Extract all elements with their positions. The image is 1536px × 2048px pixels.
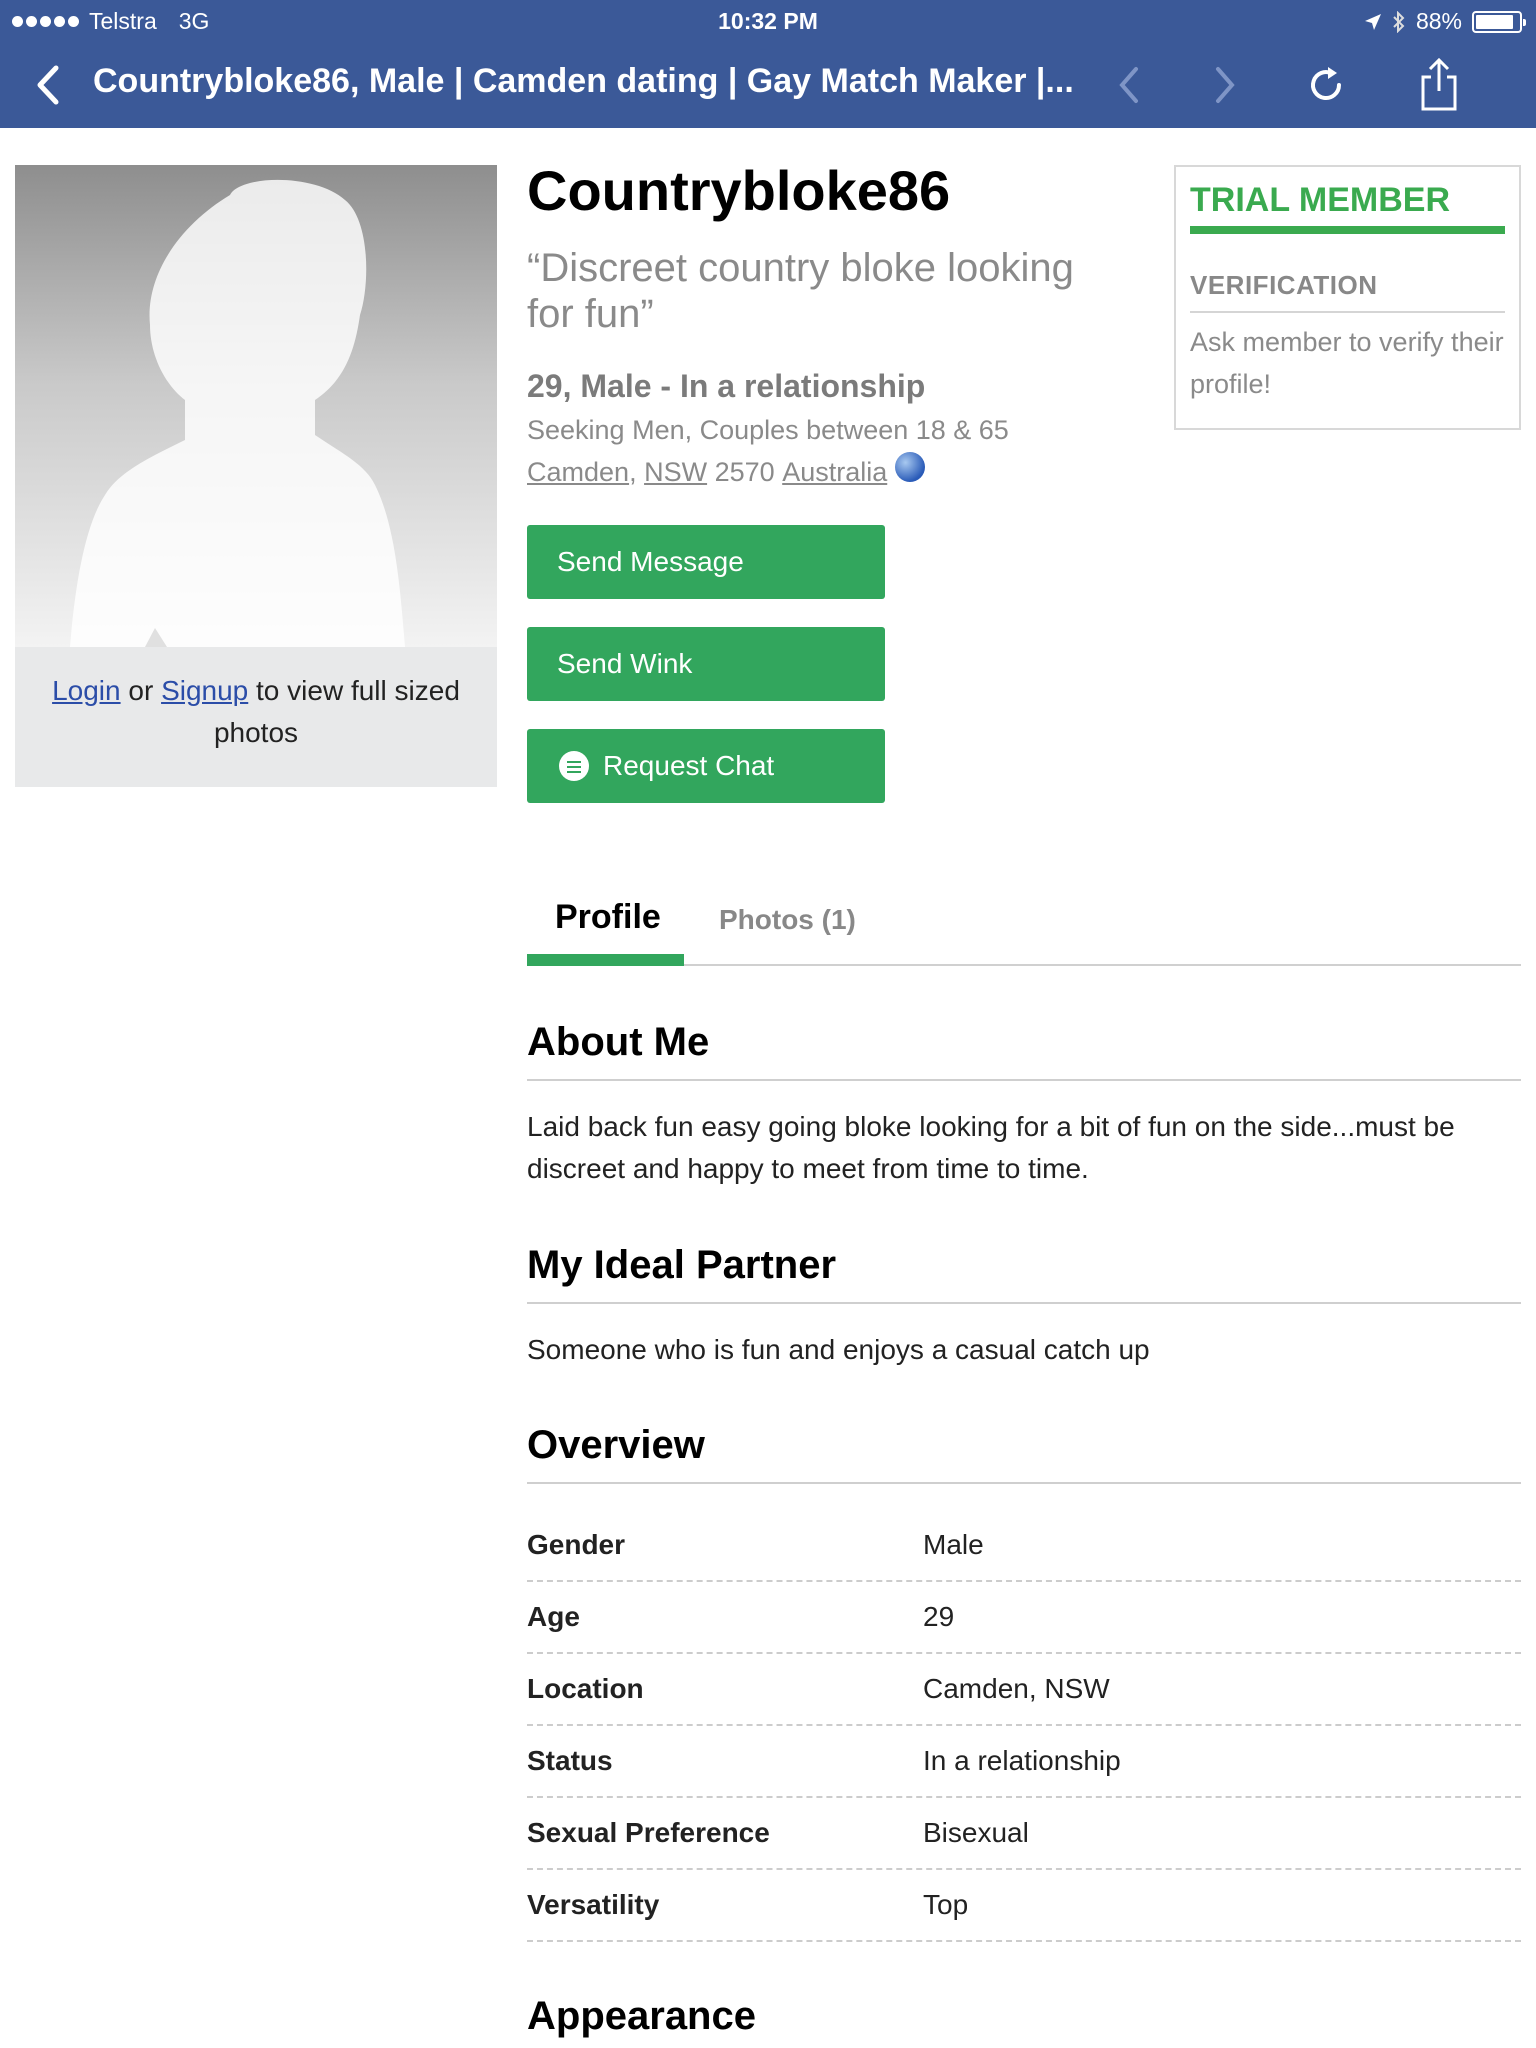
page-title: Countrybloke86, Male | Camden dating | G…	[93, 62, 1074, 100]
table-row: Age 29	[527, 1582, 1521, 1654]
send-wink-label: Send Wink	[557, 648, 693, 679]
verification-divider	[1190, 311, 1505, 313]
send-message-label: Send Message	[557, 546, 744, 577]
appearance-heading: Appearance	[527, 1994, 756, 2038]
location-arrow-icon	[1364, 13, 1381, 30]
trial-member-bar	[1190, 226, 1505, 234]
overview-value: 29	[923, 1601, 955, 1632]
overview-table: Gender Male Age 29 Location Camden, NSW …	[527, 1510, 1521, 1942]
ideal-partner-text: Someone who is fun and enjoys a casual c…	[527, 1334, 1150, 1365]
table-row: Status In a relationship	[527, 1726, 1521, 1798]
verification-label: VERIFICATION	[1190, 270, 1378, 300]
tab-profile[interactable]: Profile	[555, 898, 661, 937]
request-chat-label: Request Chat	[603, 750, 775, 781]
browser-top-bar: Telstra 3G 10:32 PM 88% Countrybloke86, …	[0, 0, 1536, 128]
send-wink-button[interactable]: Send Wink	[527, 627, 885, 701]
share-icon	[1421, 57, 1457, 111]
overview-label: Status	[527, 1745, 613, 1776]
battery-percent: 88%	[1415, 8, 1462, 34]
browser-nav-row: Countrybloke86, Male | Camden dating | G…	[0, 42, 1536, 128]
login-link[interactable]: Login	[52, 675, 121, 706]
battery-icon	[1472, 10, 1526, 33]
location-country-link[interactable]: Australia	[782, 457, 887, 488]
globe-icon	[895, 451, 926, 482]
profile-tagline: “Discreet country bloke looking for fun”	[527, 246, 1074, 336]
about-me-text: Laid back fun easy going bloke looking f…	[527, 1111, 1455, 1184]
overview-value: Top	[923, 1889, 969, 1920]
trial-member-title: TRIAL MEMBER	[1190, 181, 1451, 219]
location-postcode-space	[707, 457, 715, 488]
location-state-link[interactable]: NSW	[644, 457, 707, 488]
overview-label: Versatility	[527, 1889, 660, 1920]
location-comma: ,	[629, 457, 645, 487]
reload-button[interactable]	[1297, 56, 1355, 114]
table-row: Gender Male	[527, 1510, 1521, 1582]
table-row: Location Camden, NSW	[527, 1654, 1521, 1726]
silhouette-placeholder-icon	[70, 179, 405, 647]
trial-member-box: TRIAL MEMBER VERIFICATION Ask member to …	[1174, 165, 1521, 430]
overview-label: Age	[527, 1601, 580, 1632]
or-text: or	[128, 675, 154, 706]
prev-arrow-icon	[1119, 67, 1138, 103]
overview-label: Gender	[527, 1529, 626, 1560]
about-me-heading: About Me	[527, 1020, 1521, 1081]
profile-tabs: Profile Photos (1)	[527, 880, 1521, 966]
back-button[interactable]	[30, 60, 70, 110]
location-country-space	[775, 457, 783, 488]
reload-icon	[1311, 67, 1341, 101]
overview-label: Location	[527, 1673, 644, 1704]
location-suburb-link[interactable]: Camden	[527, 457, 629, 488]
prev-page-button[interactable]	[1100, 56, 1158, 114]
overview-value: Male	[923, 1529, 984, 1560]
overview-value: Camden, NSW	[923, 1673, 1110, 1704]
verification-text: Ask member to verify their profile!	[1190, 327, 1504, 399]
ideal-partner-heading: My Ideal Partner	[527, 1243, 1521, 1304]
next-page-button[interactable]	[1196, 56, 1254, 114]
status-bar: Telstra 3G 10:32 PM 88%	[0, 0, 1536, 42]
table-row: Sexual Preference Bisexual	[527, 1798, 1521, 1870]
overview-value: In a relationship	[923, 1745, 1121, 1776]
profile-location: Camden , NSW 2570 Australia	[527, 451, 926, 488]
profile-seeking: Seeking Men, Couples between 18 & 65	[527, 415, 1009, 445]
share-button[interactable]	[1410, 56, 1468, 114]
table-row: Versatility Top	[527, 1870, 1521, 1942]
profile-photo[interactable]	[15, 165, 497, 647]
active-tab-indicator	[527, 954, 684, 966]
request-chat-button[interactable]: Request Chat	[527, 729, 885, 803]
send-message-button[interactable]: Send Message	[527, 525, 885, 599]
profile-basic-info: 29, Male - In a relationship	[527, 368, 926, 404]
bluetooth-icon	[1393, 10, 1405, 33]
chat-bubble-icon	[559, 751, 589, 781]
tab-photos[interactable]: Photos (1)	[719, 904, 856, 936]
next-arrow-icon	[1216, 67, 1235, 103]
caption-rest-text: to view full sized photos	[213, 675, 460, 748]
profile-username: Countrybloke86	[527, 159, 951, 222]
overview-heading: Overview	[527, 1423, 1521, 1484]
back-chevron-icon	[37, 65, 59, 105]
profile-photo-card: Login or Signup to view full sized photo…	[15, 165, 497, 787]
login-to-view-caption: Login or Signup to view full sized photo…	[15, 670, 497, 754]
status-time: 10:32 PM	[718, 8, 818, 34]
location-postcode: 2570	[714, 457, 775, 487]
overview-label: Sexual Preference	[527, 1817, 770, 1848]
overview-value: Bisexual	[923, 1817, 1029, 1848]
signup-link[interactable]: Signup	[161, 675, 248, 706]
status-right: 88%	[1364, 8, 1526, 35]
